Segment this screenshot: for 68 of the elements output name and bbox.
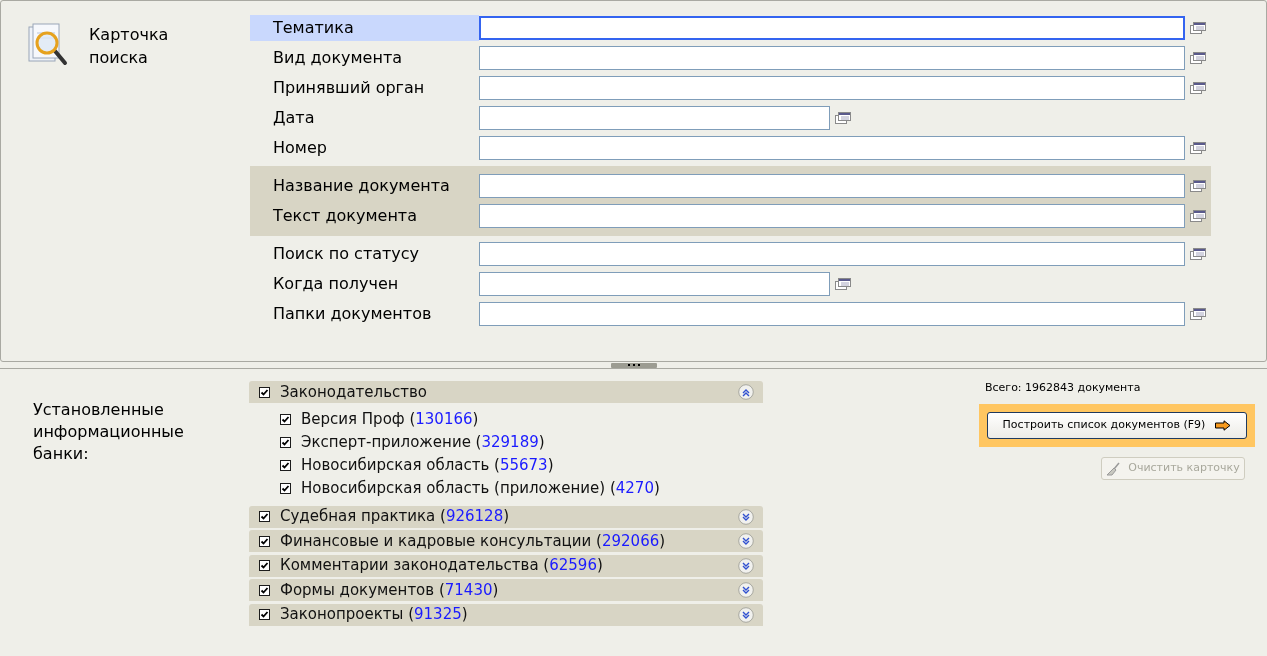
list-picker-icon[interactable] bbox=[1190, 82, 1206, 94]
expand-icon[interactable] bbox=[738, 533, 754, 549]
splitter-handle[interactable] bbox=[610, 362, 657, 368]
checkbox[interactable] bbox=[259, 511, 270, 522]
bank-label: Судебная практика (926128) bbox=[280, 506, 510, 528]
list-picker-icon[interactable] bbox=[1190, 52, 1206, 64]
bank-header[interactable]: Судебная практика (926128) bbox=[249, 505, 763, 528]
bank-header[interactable]: Финансовые и кадровые консультации (292066) bbox=[249, 530, 763, 552]
expand-icon[interactable] bbox=[738, 606, 754, 623]
field-label[interactable]: Когда получен bbox=[250, 271, 479, 297]
documents-total: Всего: 1962843 документа bbox=[984, 381, 1141, 395]
bank-label: Законопроекты (91325) bbox=[280, 604, 468, 626]
bank-label: Комментарии законодательства (62596) bbox=[280, 555, 603, 577]
bank-label: Эксперт-приложение (329189) bbox=[301, 431, 545, 453]
banks-title: Установленные информационные банки: bbox=[33, 399, 185, 465]
field-label[interactable]: Поиск по статусу bbox=[250, 241, 479, 267]
checkbox[interactable] bbox=[259, 584, 270, 596]
expand-icon[interactable] bbox=[738, 557, 754, 574]
search-field[interactable] bbox=[479, 302, 1185, 326]
search-field[interactable] bbox=[479, 106, 830, 130]
list-picker-icon[interactable] bbox=[835, 112, 851, 124]
field-label[interactable]: Принявший орган bbox=[250, 75, 479, 101]
bank-header[interactable]: Законодательство bbox=[249, 381, 763, 403]
build-list-button[interactable]: Построить список документов (F9) bbox=[987, 412, 1247, 439]
field-label[interactable]: Номер bbox=[250, 135, 479, 161]
checkbox[interactable] bbox=[280, 459, 291, 471]
list-picker-icon[interactable] bbox=[1190, 142, 1206, 154]
search-field[interactable] bbox=[479, 16, 1185, 40]
bank-label: Законодательство bbox=[280, 381, 427, 403]
bank-label: Финансовые и кадровые консультации (292066) bbox=[280, 530, 666, 552]
card-title: Карточка поиска bbox=[89, 24, 170, 69]
field-label[interactable]: Текст документа bbox=[250, 203, 479, 229]
checkbox[interactable] bbox=[280, 436, 291, 448]
bank-header[interactable]: Законопроекты (91325) bbox=[249, 603, 763, 626]
arrow-right-icon bbox=[1215, 420, 1232, 431]
search-field[interactable] bbox=[479, 46, 1185, 70]
field-label[interactable]: Дата bbox=[250, 105, 479, 131]
bank-label: Версия Проф (130166) bbox=[301, 408, 479, 430]
checkbox[interactable] bbox=[280, 413, 291, 425]
search-field[interactable] bbox=[479, 76, 1185, 100]
checkbox[interactable] bbox=[259, 535, 270, 547]
search-field[interactable] bbox=[479, 174, 1185, 198]
search-field[interactable] bbox=[479, 242, 1185, 266]
field-label[interactable]: Название документа bbox=[250, 173, 479, 199]
checkbox[interactable] bbox=[259, 560, 270, 571]
field-label[interactable]: Тематика bbox=[250, 15, 479, 41]
field-label[interactable]: Папки документов bbox=[250, 301, 479, 327]
bank-label: Формы документов (71430) bbox=[280, 579, 499, 601]
list-picker-icon[interactable] bbox=[1190, 248, 1206, 260]
bank-header[interactable]: Комментарии законодательства (62596) bbox=[249, 554, 763, 577]
bank-label: Новосибирская область (приложение) (4270) bbox=[301, 477, 660, 499]
field-label[interactable]: Вид документа bbox=[250, 45, 479, 71]
expand-icon[interactable] bbox=[738, 508, 754, 525]
checkbox[interactable] bbox=[259, 609, 270, 620]
list-picker-icon[interactable] bbox=[1190, 180, 1206, 192]
expand-icon[interactable] bbox=[738, 582, 754, 598]
list-picker-icon[interactable] bbox=[835, 278, 851, 290]
bank-header[interactable]: Формы документов (71430) bbox=[249, 579, 763, 601]
list-picker-icon[interactable] bbox=[1190, 308, 1206, 320]
checkbox[interactable] bbox=[259, 386, 270, 398]
checkbox[interactable] bbox=[280, 482, 291, 494]
list-picker-icon[interactable] bbox=[1190, 210, 1206, 222]
bank-label: Новосибирская область (55673) bbox=[301, 454, 554, 476]
search-field[interactable] bbox=[479, 136, 1185, 160]
search-field[interactable] bbox=[479, 204, 1185, 228]
collapse-icon[interactable] bbox=[738, 384, 754, 400]
list-picker-icon[interactable] bbox=[1190, 22, 1206, 34]
search-field[interactable] bbox=[479, 272, 830, 296]
